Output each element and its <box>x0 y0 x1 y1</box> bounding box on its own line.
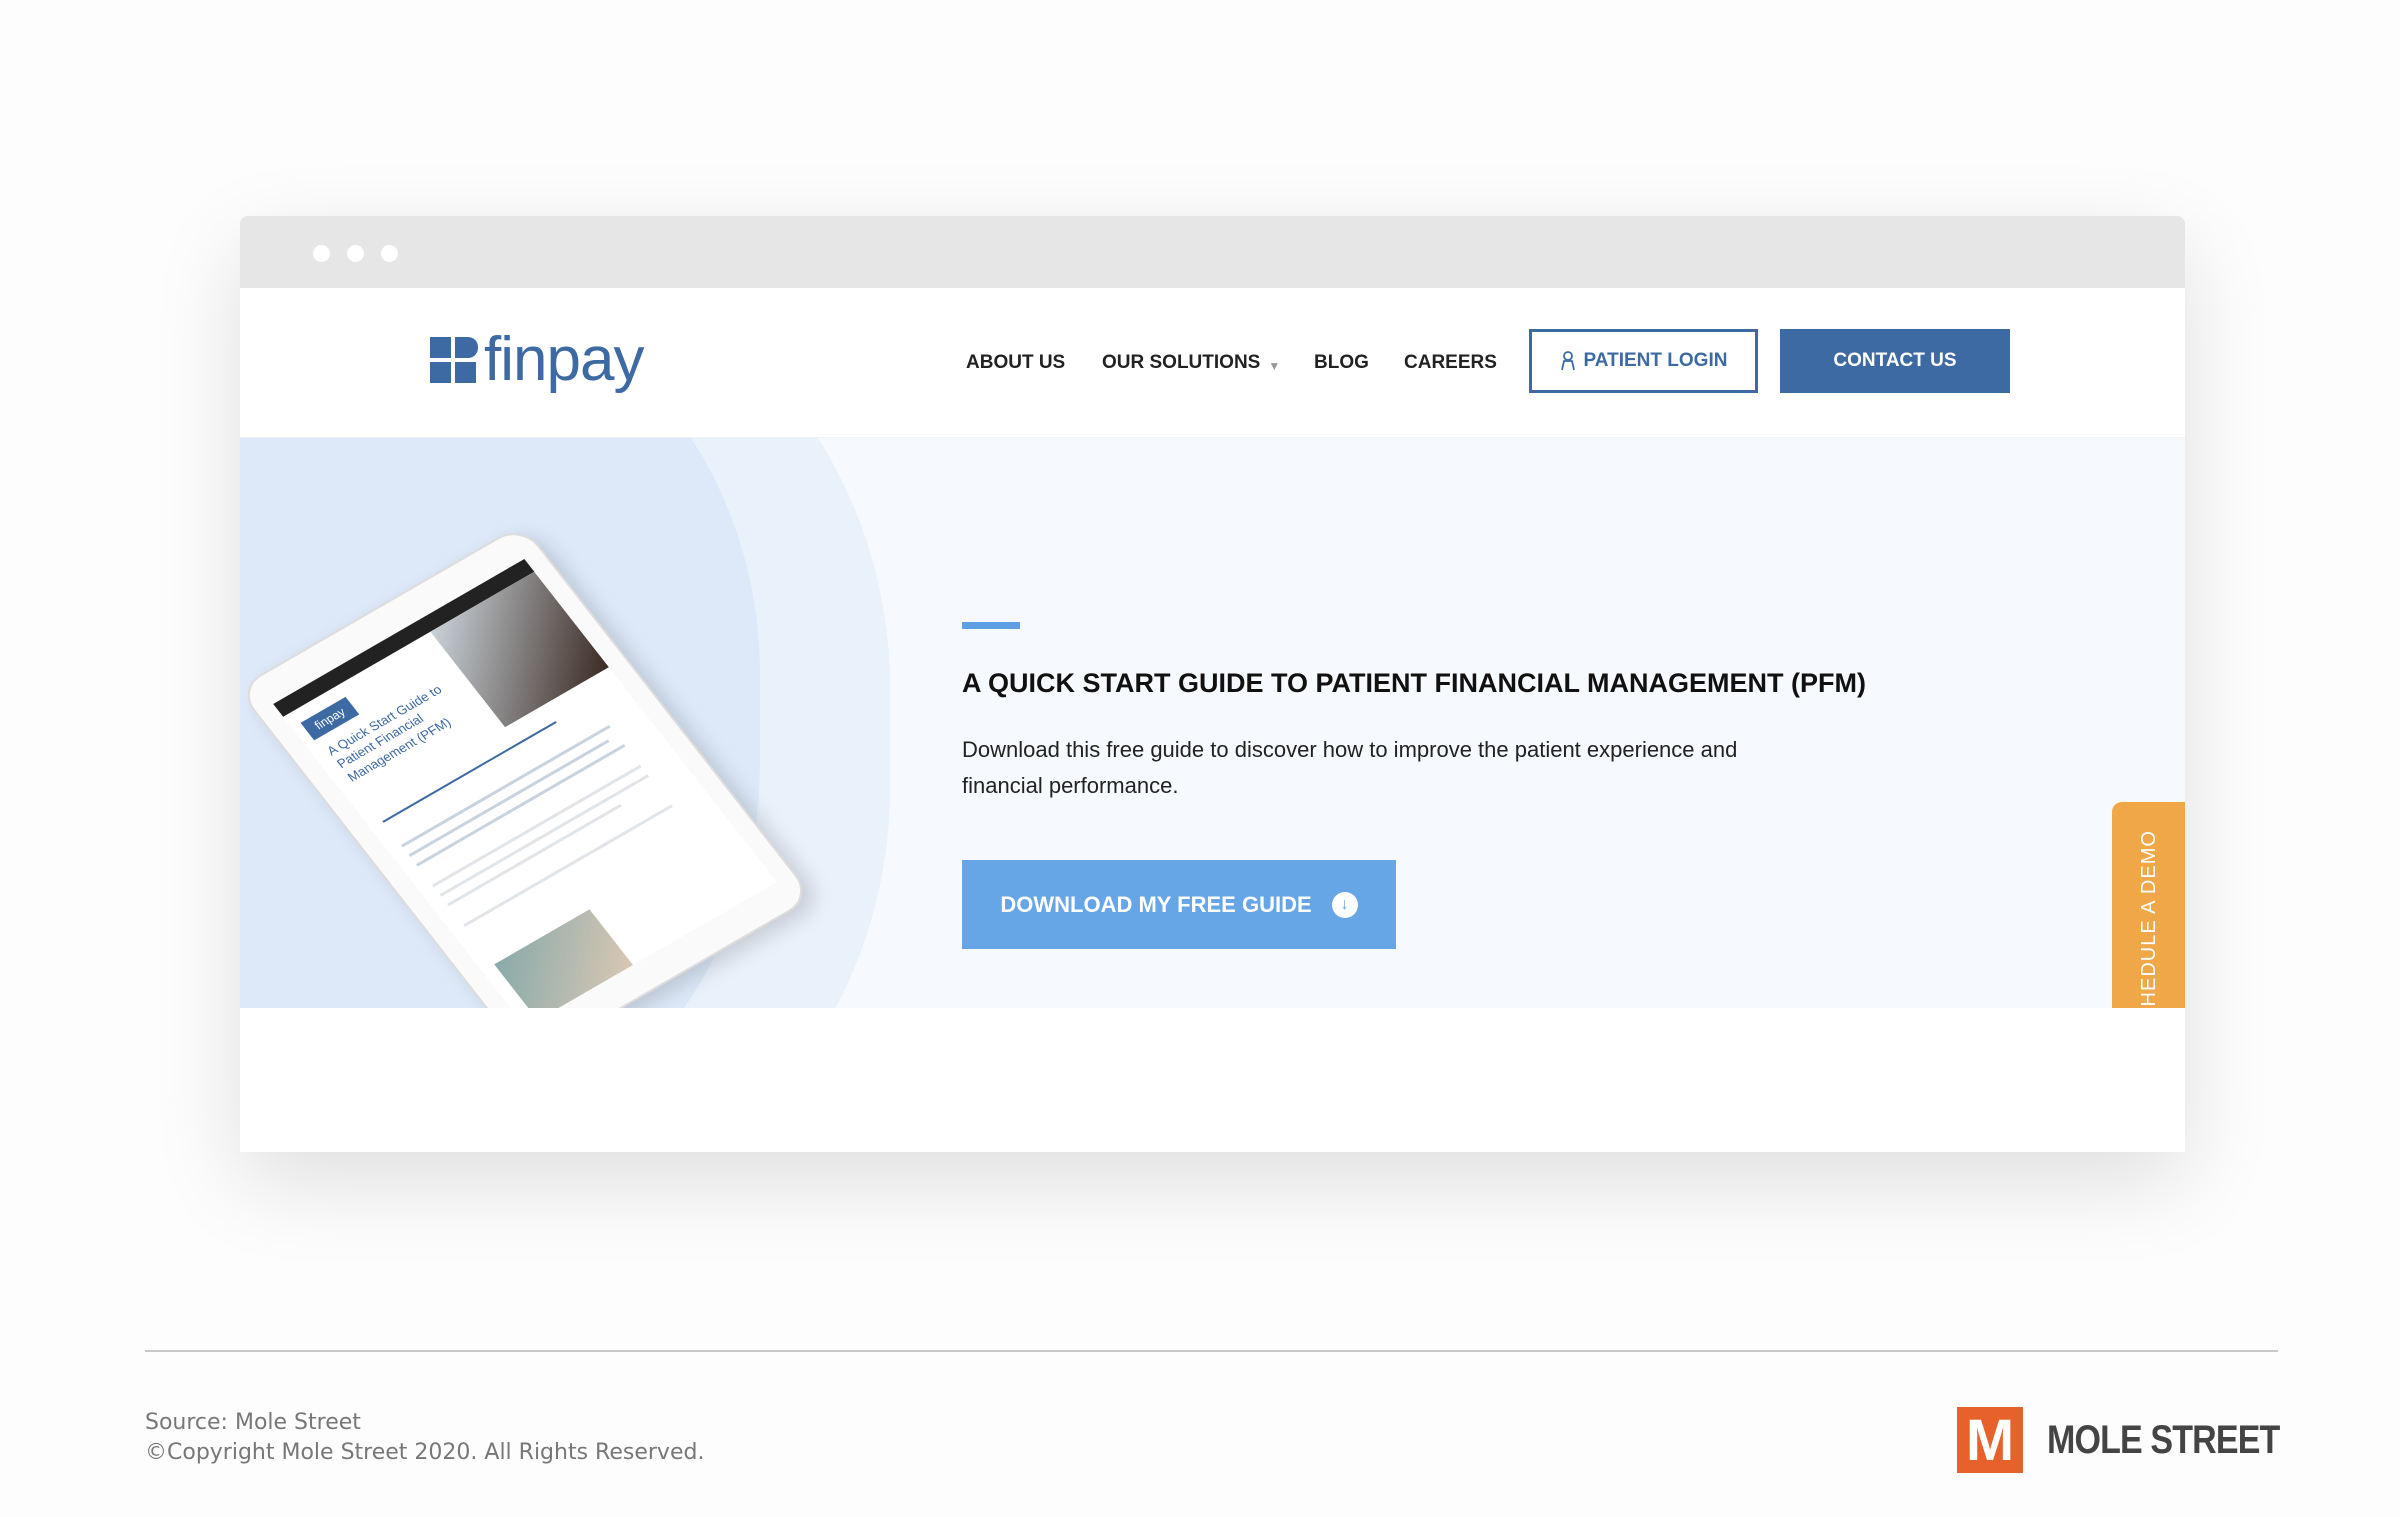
download-guide-button[interactable]: DOWNLOAD MY FREE GUIDE ↓ <box>962 860 1396 949</box>
footer-text: Source: Mole Street ©Copyright Mole Stre… <box>145 1408 704 1468</box>
accent-bar <box>962 622 1020 629</box>
hero-description: Download this free guide to discover how… <box>962 737 1738 798</box>
patient-login-label: PATIENT LOGIN <box>1583 350 1728 371</box>
hero-title: A QUICK START GUIDE TO PATIENT FINANCIAL… <box>962 668 1866 698</box>
logo-text: finpay <box>484 325 644 394</box>
nav-label: OUR SOLUTIONS <box>1102 352 1261 373</box>
source-text: Source: Mole Street <box>145 1410 361 1435</box>
hero-section: finpay A Quick Start Guide to Patient Fi… <box>240 438 2185 1008</box>
patient-login-button[interactable]: PATIENT LOGIN <box>1529 329 1758 393</box>
nav-about-us[interactable]: ABOUT US <box>966 288 1065 438</box>
site-header: finpay ABOUT US OUR SOLUTIONS ▼ BLOG CARE… <box>240 288 2185 438</box>
window-dot <box>347 245 364 262</box>
caret-down-icon: ▼ <box>1268 359 1281 373</box>
browser-titlebar <box>240 216 2185 288</box>
nav-blog[interactable]: BLOG <box>1314 288 1369 438</box>
window-dot <box>381 245 398 262</box>
finpay-logo[interactable]: finpay <box>430 325 644 394</box>
nav-careers[interactable]: CAREERS <box>1404 288 1497 438</box>
download-label: DOWNLOAD MY FREE GUIDE <box>1000 891 1312 917</box>
mole-street-text: MOLE STREET <box>2047 1417 2280 1462</box>
schedule-demo-label: SCHEDULE A DEMO <box>2137 829 2160 1008</box>
schedule-demo-tab[interactable]: +SCHEDULE A DEMO <box>2112 802 2185 1008</box>
user-icon <box>1560 351 1575 371</box>
browser-window: finpay ABOUT US OUR SOLUTIONS ▼ BLOG CARE… <box>240 216 2185 1152</box>
finpay-logo-icon <box>430 337 478 383</box>
footer-divider <box>145 1350 2278 1352</box>
window-dot <box>313 245 330 262</box>
download-icon: ↓ <box>1331 891 1358 918</box>
contact-us-button[interactable]: CONTACT US <box>1780 329 2010 393</box>
mole-street-logo: M MOLE STREET <box>1957 1407 2320 1473</box>
nav-our-solutions[interactable]: OUR SOLUTIONS ▼ <box>1102 288 1280 438</box>
copyright-text: ©Copyright Mole Street 2020. All Rights … <box>145 1440 705 1465</box>
mole-street-mark: M <box>1957 1407 2023 1473</box>
